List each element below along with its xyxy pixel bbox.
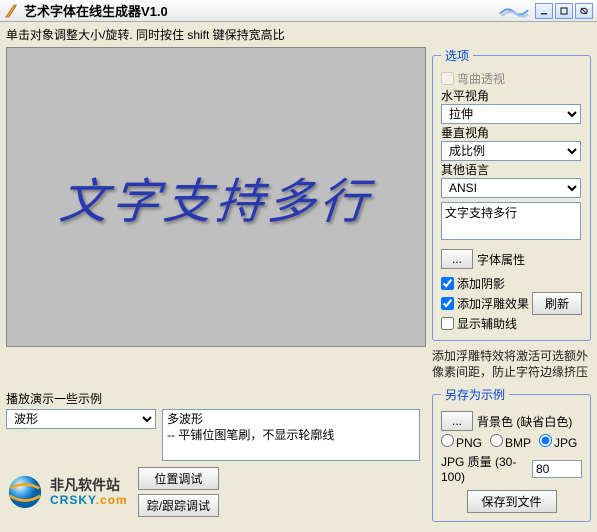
titlebar: 艺术字体在线生成器V1.0 (0, 0, 597, 22)
app-icon (4, 3, 20, 19)
save-file-button[interactable]: 保存到文件 (467, 490, 557, 513)
add-emboss-checkbox[interactable] (441, 297, 454, 310)
fmt-png-option[interactable]: PNG (441, 434, 482, 450)
options-legend: 选项 (441, 47, 473, 64)
track-test-button[interactable]: 踪/跟踪调试 (138, 494, 219, 517)
show-guides-checkbox[interactable] (441, 317, 454, 330)
site-logo: 非凡软件站 CRSKY.com (6, 473, 128, 511)
saveas-legend: 另存为示例 (441, 386, 509, 403)
bg-color-label: 背景色 (缺省白色) (477, 413, 572, 430)
window-title: 艺术字体在线生成器V1.0 (24, 1, 499, 20)
lang-label: 其他语言 (441, 163, 489, 177)
h-angle-label: 水平视角 (441, 89, 489, 103)
logo-icon (6, 473, 44, 511)
art-text-sample[interactable]: 文字支持多行 (57, 162, 375, 232)
font-props-label: 字体属性 (477, 251, 525, 268)
demo-select[interactable]: 波形 (6, 409, 156, 429)
emboss-note: 添加浮雕特效将激活可选额外像素间距，防止字符边缘挤压 (432, 347, 591, 382)
curved-perspective-checkbox (441, 72, 454, 85)
v-angle-select[interactable]: 成比例 (441, 141, 581, 161)
titlebar-decor-icon (499, 4, 529, 18)
demo-description: 多波形 -- 平铺位图笔刷，不显示轮廓线 (162, 409, 420, 461)
hint-text: 单击对象调整大小/旋转. 同时按住 shift 键保持宽高比 (0, 22, 597, 47)
refresh-button[interactable]: 刷新 (532, 292, 582, 315)
preview-canvas[interactable]: 文字支持多行 (6, 47, 426, 347)
position-test-button[interactable]: 位置调试 (138, 467, 219, 490)
window-controls (535, 3, 593, 19)
add-emboss-label: 添加浮雕效果 (457, 295, 529, 312)
bg-color-button[interactable]: ... (441, 411, 473, 431)
h-angle-select[interactable]: 拉伸 (441, 104, 581, 124)
demo-label: 播放演示一些示例 (6, 390, 426, 407)
options-group: 选项 弯曲透视 水平视角 拉伸 垂直视角 成比例 其他语言 ANSI 文字支持多… (432, 47, 591, 341)
logo-cn: 非凡软件站 (50, 477, 128, 494)
curved-perspective-label: 弯曲透视 (457, 70, 505, 87)
minimize-button[interactable] (535, 3, 553, 19)
demo-desc-body: -- 平铺位图笔刷，不显示轮廓线 (167, 428, 415, 444)
maximize-button[interactable] (555, 3, 573, 19)
quality-input[interactable] (532, 460, 582, 478)
lang-select[interactable]: ANSI (441, 178, 581, 198)
logo-en-main: CRSKY (50, 493, 96, 507)
add-shadow-label: 添加阴影 (457, 275, 505, 292)
v-angle-label: 垂直视角 (441, 126, 489, 140)
text-input[interactable]: 文字支持多行 (441, 202, 581, 240)
logo-en-suffix: .com (96, 493, 128, 507)
demo-desc-title: 多波形 (167, 412, 415, 428)
saveas-group: 另存为示例 ... 背景色 (缺省白色) PNG BMP JPG JPG 质量 … (432, 386, 591, 522)
fmt-jpg-option[interactable]: JPG (539, 434, 577, 450)
add-shadow-checkbox[interactable] (441, 277, 454, 290)
show-guides-label: 显示辅助线 (457, 315, 517, 332)
quality-label: JPG 质量 (30-100) (441, 453, 526, 484)
close-button[interactable] (575, 3, 593, 19)
fmt-bmp-option[interactable]: BMP (490, 434, 531, 450)
font-props-button[interactable]: ... (441, 249, 473, 269)
